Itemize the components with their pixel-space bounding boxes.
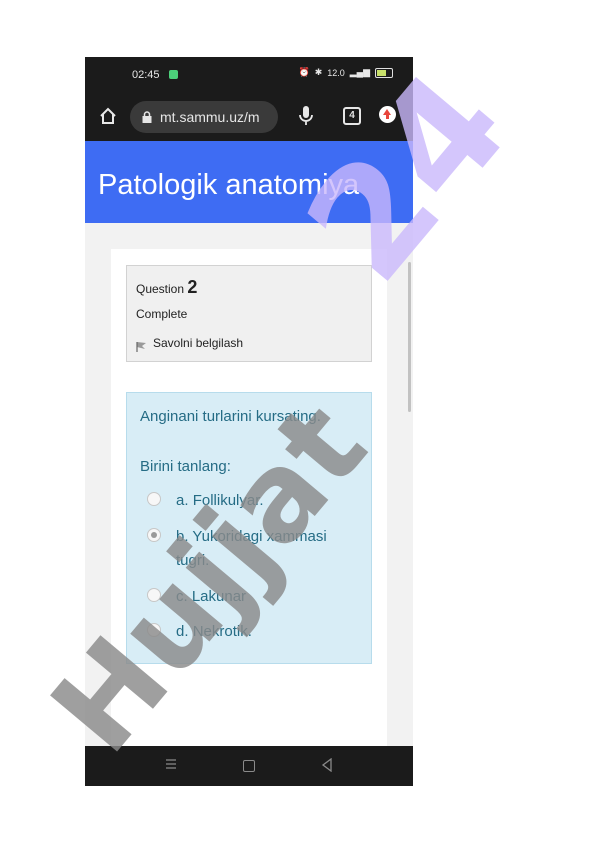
radio-b[interactable] [147,528,161,542]
radio-a[interactable] [147,492,161,506]
status-bar: 02:45 ⏰ ✱ 12.0 ▂▄▆ [85,57,413,93]
question-number: 2 [187,277,198,297]
tabs-icon[interactable]: 4 [343,107,361,125]
page-header: Patologik anatomiya [85,141,413,223]
page-scrollbar[interactable] [408,262,411,412]
question-label: Question 2 [136,277,197,298]
menu-icon[interactable] [165,758,177,770]
battery-icon [375,67,393,78]
question-label-text: Question [136,282,185,296]
question-content: Anginani turlarini kursating. Birini tan… [126,392,372,664]
url-field[interactable]: mt.sammu.uz/m [130,101,278,133]
status-icons: ⏰ ✱ 12.0 ▂▄▆ [298,67,393,78]
alarm-icon: ⏰ [298,67,310,77]
question-info: Question 2 Complete Savolni belgilash [126,265,372,362]
lock-icon [142,111,152,123]
signal-icon: ▂▄▆ [349,67,370,77]
answer-text-d: d. Nekrotik. [176,623,252,640]
update-icon[interactable] [379,106,396,123]
status-time: 02:45 [132,69,160,81]
back-icon[interactable] [321,758,333,772]
radio-c[interactable] [147,588,161,602]
answer-text-a: a. Follikulyar. [176,492,264,509]
network-speed: 12.0 [327,67,345,78]
android-nav-bar [85,746,413,786]
page-title: Patologik anatomiya [98,169,360,201]
phone-screen: 02:45 ⏰ ✱ 12.0 ▂▄▆ mt.sammu.uz/m 4 Patol… [85,57,413,786]
question-card: Question 2 Complete Savolni belgilash An… [111,249,387,786]
radio-d[interactable] [147,623,161,637]
answer-prompt: Birini tanlang: [140,458,231,475]
url-text: mt.sammu.uz/m [160,109,260,125]
app-notification-icon [169,70,178,79]
answer-text-c: c. Lakunar [176,588,247,605]
home-icon[interactable] [99,107,117,125]
browser-toolbar: mt.sammu.uz/m 4 [85,93,413,141]
home-square-icon[interactable] [243,760,255,772]
flag-question-link[interactable]: Savolni belgilash [153,336,243,350]
answer-text-b: b. Yukoridagi xammasi tugri. [176,528,327,569]
flag-icon[interactable] [136,341,147,352]
answer-option-b[interactable]: b. Yukoridagi xammasi tugri. [147,525,367,575]
bluetooth-icon: ✱ [314,67,323,77]
mic-icon[interactable] [298,105,314,127]
question-state: Complete [136,307,188,321]
question-text: Anginani turlarini kursating. [140,408,321,425]
